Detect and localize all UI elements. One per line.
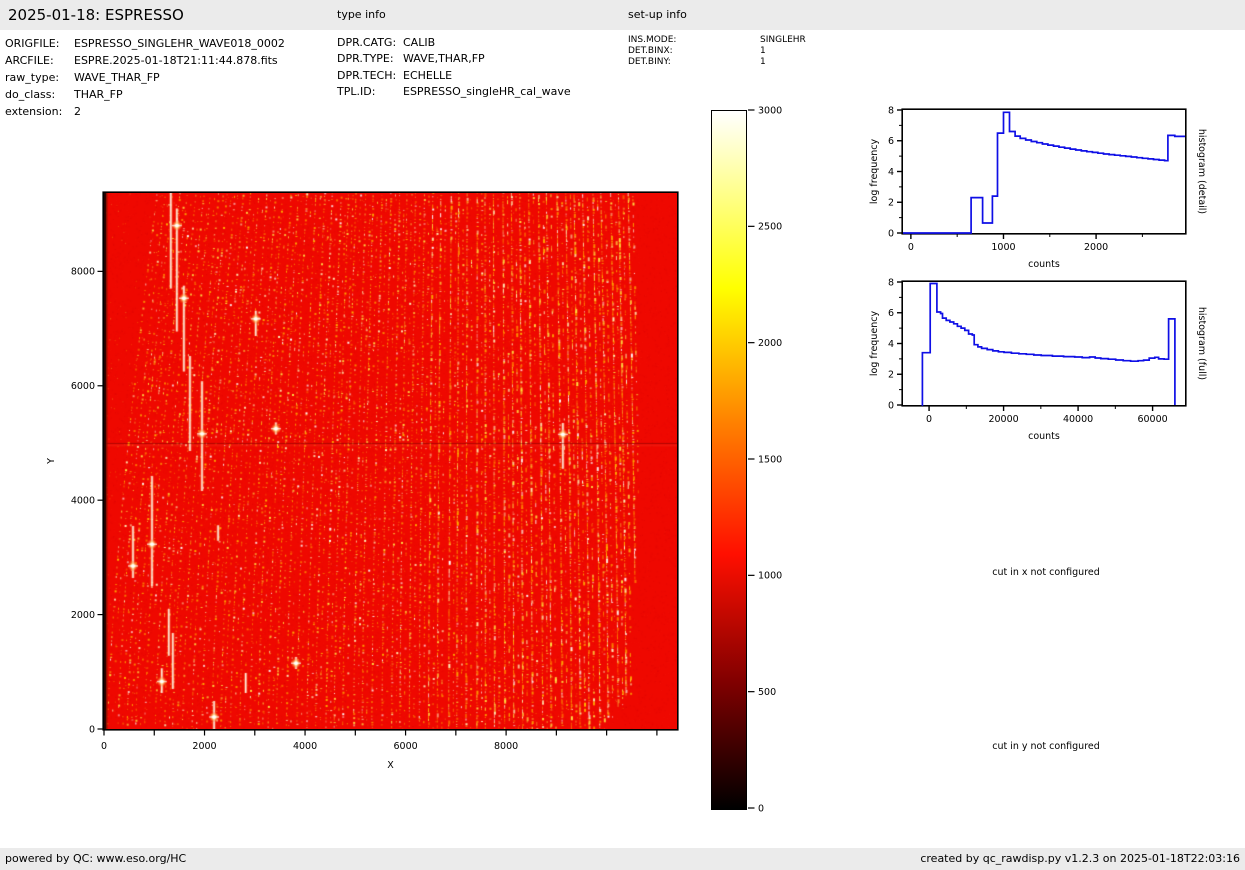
footer-right: created by qc_rawdisp.py v1.2.3 on 2025-…: [920, 848, 1240, 870]
hist-full-x-tick-label: 20000: [988, 414, 1018, 425]
meta-value: 1: [760, 46, 766, 56]
colorbar-tick-label: 2000: [758, 338, 782, 349]
hist-full-y-tick-label: 0: [888, 400, 894, 411]
x-tick-label: 4000: [293, 741, 317, 752]
setup-info-block: INS.MODE:SINGLEHRDET.BINX:1DET.BINY:1: [628, 35, 806, 68]
hist-full-x-tick-label: 60000: [1137, 414, 1167, 425]
hist-detail-curve: [903, 112, 1185, 233]
meta-label: ORIGFILE:: [5, 35, 74, 52]
hist-detail-y-tick-label: 2: [888, 198, 894, 209]
type-info-block: DPR.CATG:CALIBDPR.TYPE:WAVE,THAR,FPDPR.T…: [337, 35, 571, 100]
hist-full-x-tick-label: 0: [926, 414, 932, 425]
meta-value: ESPRESSO_singleHR_cal_wave: [403, 85, 571, 98]
meta-row: DPR.CATG:CALIB: [337, 35, 571, 51]
hist-full-y-axis-label: log frequency: [869, 311, 880, 377]
meta-label: DET.BINY:: [628, 57, 760, 68]
meta-row: DET.BINY:1: [628, 57, 806, 68]
hist-detail-frame: [902, 109, 1186, 234]
hist-full-x-tick-label: 40000: [1063, 414, 1093, 425]
page-title: 2025-01-18: ESPRESSO: [8, 0, 184, 30]
x-tick-label: 0: [101, 741, 107, 752]
x-tick-label: 2000: [192, 741, 216, 752]
colorbar-tick-label: 0: [758, 803, 764, 814]
y-tick-label: 2000: [71, 610, 95, 621]
meta-label: DET.BINX:: [628, 46, 760, 57]
colorbar-tick-label: 1000: [758, 571, 782, 582]
y-tick-label: 0: [89, 724, 95, 735]
meta-row: ARCFILE:ESPRE.2025-01-18T21:11:44.878.fi…: [5, 52, 285, 69]
qc-report-page: 2025-01-18: ESPRESSO type info set-up in…: [0, 0, 1245, 870]
raw-image-canvas: [104, 193, 677, 729]
hist-detail-side-label: histogram (detail): [1196, 129, 1207, 214]
colorbar: [711, 110, 747, 810]
meta-label: raw_type:: [5, 69, 74, 86]
meta-value: ECHELLE: [403, 69, 452, 82]
colorbar-tick-label: 500: [758, 687, 776, 698]
meta-label: ARCFILE:: [5, 52, 74, 69]
hist-detail-y-tick-label: 8: [888, 105, 894, 116]
y-axis-label: Y: [46, 458, 57, 465]
y-tick-label: 6000: [71, 381, 95, 392]
x-tick-label: 6000: [393, 741, 417, 752]
meta-row: DPR.TYPE:WAVE,THAR,FP: [337, 51, 571, 67]
hist-detail-y-tick-label: 4: [888, 167, 894, 178]
meta-label: DPR.CATG:: [337, 35, 403, 51]
hist-detail-y-axis-label: log frequency: [869, 139, 880, 205]
colorbar-tick-label: 3000: [758, 105, 782, 116]
cut-y-message: cut in y not configured: [992, 741, 1100, 752]
meta-value: THAR_FP: [74, 88, 123, 101]
meta-label: TPL.ID:: [337, 84, 403, 100]
x-tick-label: 8000: [494, 741, 518, 752]
y-tick-label: 8000: [71, 267, 95, 278]
meta-row: ORIGFILE:ESPRESSO_SINGLEHR_WAVE018_0002: [5, 35, 285, 52]
meta-row: INS.MODE:SINGLEHR: [628, 35, 806, 46]
meta-value: 1: [760, 57, 766, 67]
footer-left: powered by QC: www.eso.org/HC: [5, 848, 186, 870]
meta-value: WAVE_THAR_FP: [74, 71, 160, 84]
meta-value: CALIB: [403, 36, 435, 49]
setup-info-heading: set-up info: [628, 0, 687, 30]
meta-label: do_class:: [5, 86, 74, 103]
type-info-heading: type info: [337, 0, 386, 30]
header-band: 2025-01-18: ESPRESSO type info set-up in…: [0, 0, 1245, 30]
hist-detail-x-axis-label: counts: [1028, 259, 1060, 270]
meta-row: do_class:THAR_FP: [5, 86, 285, 103]
hist-full-y-tick-label: 2: [888, 370, 894, 381]
footer-band: powered by QC: www.eso.org/HC created by…: [0, 848, 1245, 870]
meta-row: raw_type:WAVE_THAR_FP: [5, 69, 285, 86]
hist-full-x-axis-label: counts: [1028, 431, 1060, 442]
meta-value: SINGLEHR: [760, 35, 806, 45]
meta-label: extension:: [5, 103, 74, 120]
cut-x-message: cut in x not configured: [992, 567, 1100, 578]
x-axis-label: X: [387, 760, 394, 771]
meta-row: TPL.ID:ESPRESSO_singleHR_cal_wave: [337, 84, 571, 100]
hist-detail-y-tick-label: 6: [888, 136, 894, 147]
hist-full-y-tick-label: 8: [888, 277, 894, 288]
hist-detail-y-tick-label: 0: [888, 228, 894, 239]
hist-detail-x-tick-label: 0: [908, 242, 914, 253]
meta-value: ESPRE.2025-01-18T21:11:44.878.fits: [74, 54, 278, 67]
colorbar-tick-label: 2500: [758, 222, 782, 233]
hist-full-side-label: histogram (full): [1196, 307, 1207, 380]
colorbar-tick-label: 1500: [758, 454, 782, 465]
meta-value: WAVE,THAR,FP: [403, 52, 485, 65]
meta-row: extension:2: [5, 103, 285, 120]
meta-row: DET.BINX:1: [628, 46, 806, 57]
hist-full-y-tick-label: 6: [888, 308, 894, 319]
meta-row: DPR.TECH:ECHELLE: [337, 68, 571, 84]
hist-full-curve: [922, 284, 1175, 406]
y-tick-label: 4000: [71, 495, 95, 506]
hist-full-frame: [902, 281, 1186, 406]
hist-full-y-tick-label: 4: [888, 339, 894, 350]
hist-detail-x-tick-label: 2000: [1084, 242, 1108, 253]
meta-label: INS.MODE:: [628, 35, 760, 46]
meta-value: 2: [74, 105, 81, 118]
meta-label: DPR.TYPE:: [337, 51, 403, 67]
meta-value: ESPRESSO_SINGLEHR_WAVE018_0002: [74, 37, 285, 50]
file-info-block: ORIGFILE:ESPRESSO_SINGLEHR_WAVE018_0002A…: [5, 35, 285, 120]
hist-detail-x-tick-label: 1000: [991, 242, 1015, 253]
meta-label: DPR.TECH:: [337, 68, 403, 84]
